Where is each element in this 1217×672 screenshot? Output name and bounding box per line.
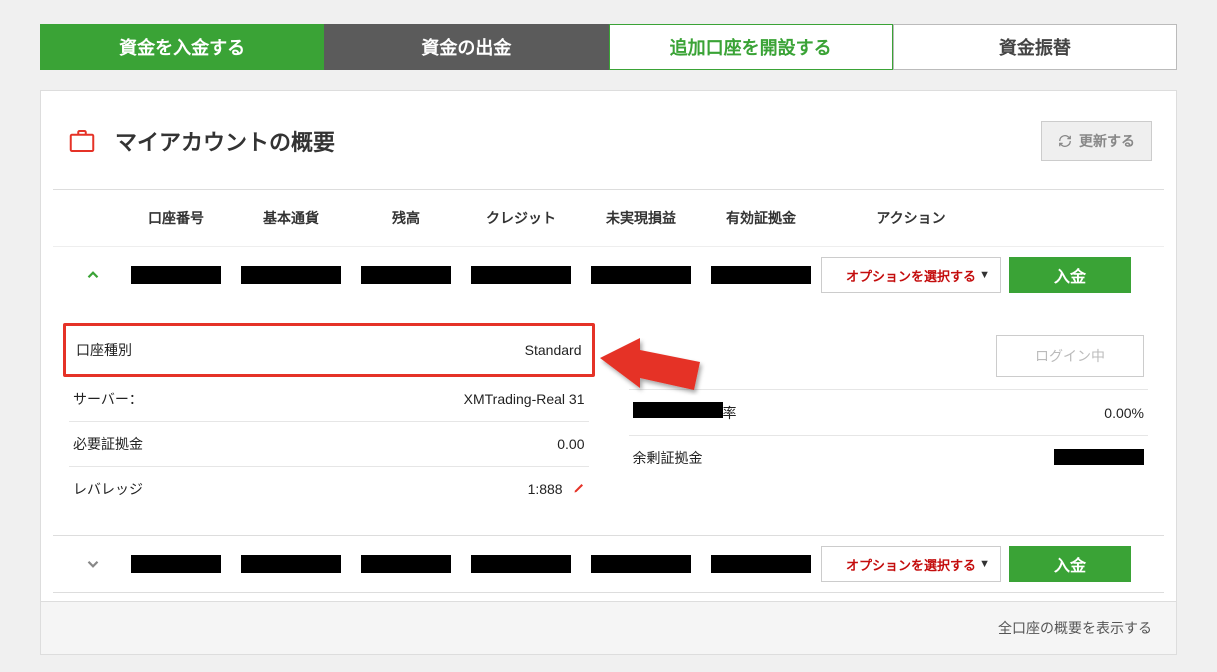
redacted-cell bbox=[471, 555, 571, 573]
caret-down-icon: ▼ bbox=[979, 269, 990, 281]
redacted-cell bbox=[131, 266, 221, 284]
refresh-icon bbox=[1058, 134, 1072, 148]
tab-deposit[interactable]: 資金を入金する bbox=[40, 24, 324, 70]
detail-account-type: 口座種別 Standard bbox=[63, 323, 595, 377]
detail-login-status: ログイン中 bbox=[629, 323, 1149, 390]
redacted-cell bbox=[131, 555, 221, 573]
redacted-cell bbox=[361, 555, 451, 573]
show-all-accounts-link[interactable]: 全口座の概要を表示する bbox=[998, 618, 1152, 638]
panel-title: マイアカウントの概要 bbox=[115, 125, 335, 157]
redacted-cell bbox=[241, 266, 341, 284]
tab-withdraw[interactable]: 資金の出金 bbox=[324, 24, 608, 70]
deposit-button[interactable]: 入金 bbox=[1009, 257, 1131, 293]
detail-server: サーバー： XMTrading-Real 31 bbox=[69, 377, 589, 422]
redacted-cell bbox=[711, 266, 811, 284]
redacted-cell bbox=[361, 266, 451, 284]
refresh-button[interactable]: 更新する bbox=[1041, 121, 1152, 161]
redacted-cell bbox=[591, 555, 691, 573]
th-unrealized: 未実現損益 bbox=[581, 208, 701, 228]
th-base-ccy: 基本通貨 bbox=[231, 208, 351, 228]
option-select[interactable]: オプションを選択する▼ bbox=[821, 257, 1001, 293]
top-tabs: 資金を入金する 資金の出金 追加口座を開設する 資金振替 bbox=[0, 0, 1217, 70]
tab-new-account[interactable]: 追加口座を開設する bbox=[609, 24, 893, 70]
table-header-row: 口座番号 基本通貨 残高 クレジット 未実現損益 有効証拠金 アクション bbox=[53, 189, 1164, 246]
pencil-icon[interactable] bbox=[573, 482, 585, 494]
chevron-up-icon[interactable] bbox=[84, 266, 102, 284]
redacted-cell bbox=[591, 266, 691, 284]
detail-free-margin: 余剰証拠金 bbox=[629, 436, 1149, 480]
th-credit: クレジット bbox=[461, 208, 581, 228]
detail-margin-required: 必要証拠金 0.00 bbox=[69, 422, 589, 467]
deposit-button[interactable]: 入金 bbox=[1009, 546, 1131, 582]
chevron-down-icon[interactable] bbox=[84, 555, 102, 573]
th-account-no: 口座番号 bbox=[121, 208, 231, 228]
redacted-label bbox=[633, 402, 723, 418]
tab-transfer[interactable]: 資金振替 bbox=[893, 24, 1177, 70]
redacted-value bbox=[1054, 449, 1144, 465]
account-summary-panel: マイアカウントの概要 更新する 口座番号 基本通貨 残高 クレジット 未実現損益… bbox=[40, 90, 1177, 655]
redacted-cell bbox=[711, 555, 811, 573]
panel-header: マイアカウントの概要 更新する bbox=[41, 91, 1176, 173]
redacted-cell bbox=[471, 266, 571, 284]
account-row-1: オプションを選択する▼ 入金 bbox=[53, 246, 1164, 303]
login-badge: ログイン中 bbox=[996, 335, 1144, 377]
redacted-cell bbox=[241, 555, 341, 573]
panel-footer: 全口座の概要を表示する bbox=[41, 601, 1176, 654]
caret-down-icon: ▼ bbox=[979, 558, 990, 570]
account-details: 口座種別 Standard サーバー： XMTrading-Real 31 必要… bbox=[65, 311, 1152, 535]
detail-rate: 率 0.00% bbox=[629, 390, 1149, 436]
account-row-2: オプションを選択する▼ 入金 bbox=[53, 535, 1164, 593]
option-select[interactable]: オプションを選択する▼ bbox=[821, 546, 1001, 582]
th-equity: 有効証拠金 bbox=[701, 208, 821, 228]
briefcase-icon bbox=[65, 126, 99, 156]
th-action: アクション bbox=[821, 208, 1001, 228]
th-balance: 残高 bbox=[351, 208, 461, 228]
detail-leverage: レバレッジ 1:888 bbox=[69, 467, 589, 511]
